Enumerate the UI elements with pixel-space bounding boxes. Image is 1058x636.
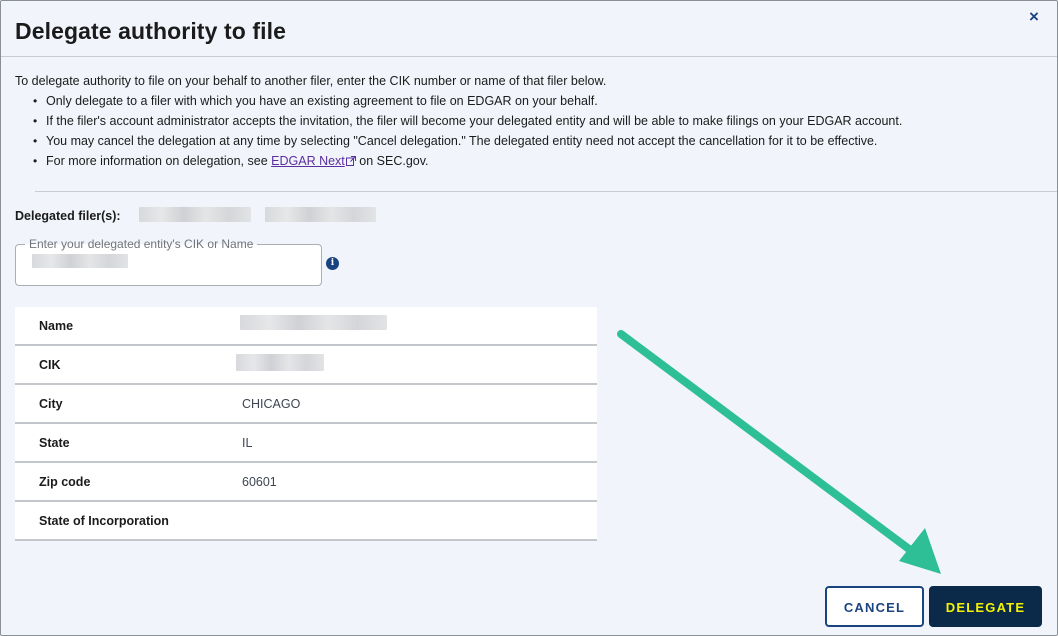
list-item: Only delegate to a filer with which you … xyxy=(33,91,1045,111)
intro-text: To delegate authority to file on your be… xyxy=(15,74,607,88)
row-value: 60601 xyxy=(242,475,277,489)
external-link-icon xyxy=(345,156,356,166)
redacted-cik-value xyxy=(236,354,324,371)
row-value: IL xyxy=(242,436,253,450)
edgar-next-link[interactable]: EDGAR Next xyxy=(271,154,356,168)
row-label: CIK xyxy=(39,358,61,372)
section-divider xyxy=(35,191,1057,192)
delegated-filers-label: Delegated filer(s): xyxy=(15,209,121,223)
list-item: For more information on delegation, see … xyxy=(33,151,1045,171)
row-label: Name xyxy=(39,319,74,333)
redacted-name-value xyxy=(240,315,387,330)
intro-text-block: To delegate authority to file on your be… xyxy=(15,71,1045,171)
delegated-entity-input[interactable]: Enter your delegated entity's CIK or Nam… xyxy=(15,238,322,286)
close-icon[interactable]: × xyxy=(1025,7,1043,27)
delegate-dialog: × Delegate authority to file To delegate… xyxy=(0,0,1058,636)
row-label: State of Incorporation xyxy=(39,514,169,528)
redacted-input-value xyxy=(32,254,128,268)
table-row: State IL xyxy=(15,424,597,463)
list-item: If the filer's account administrator acc… xyxy=(33,111,1045,131)
table-row: Zip code 60601 xyxy=(15,463,597,502)
more-info-prefix: For more information on delegation, see xyxy=(46,154,268,168)
more-info-suffix: on SEC.gov. xyxy=(359,154,429,168)
list-item: You may cancel the delegation at any tim… xyxy=(33,131,1045,151)
row-label: State xyxy=(39,436,70,450)
info-icon[interactable]: i xyxy=(326,257,339,270)
header-divider xyxy=(1,56,1057,57)
dialog-title: Delegate authority to file xyxy=(15,18,286,44)
delegate-button[interactable]: DELEGATE xyxy=(929,586,1042,627)
instructions-list: Only delegate to a filer with which you … xyxy=(33,91,1045,171)
row-value: CHICAGO xyxy=(242,397,301,411)
cancel-button[interactable]: CANCEL xyxy=(825,586,924,627)
input-legend: Enter your delegated entity's CIK or Nam… xyxy=(25,238,258,251)
table-row: CIK xyxy=(15,346,597,385)
table-row: City CHICAGO xyxy=(15,385,597,424)
row-label: Zip code xyxy=(39,475,91,489)
redacted-filer-cik xyxy=(265,207,376,222)
table-row: Name xyxy=(15,307,597,346)
table-row: State of Incorporation xyxy=(15,502,597,541)
entity-details-table: Name CIK City CHICAGO State IL Zip code … xyxy=(15,307,597,541)
row-label: City xyxy=(39,397,63,411)
redacted-filer-name xyxy=(139,207,251,222)
